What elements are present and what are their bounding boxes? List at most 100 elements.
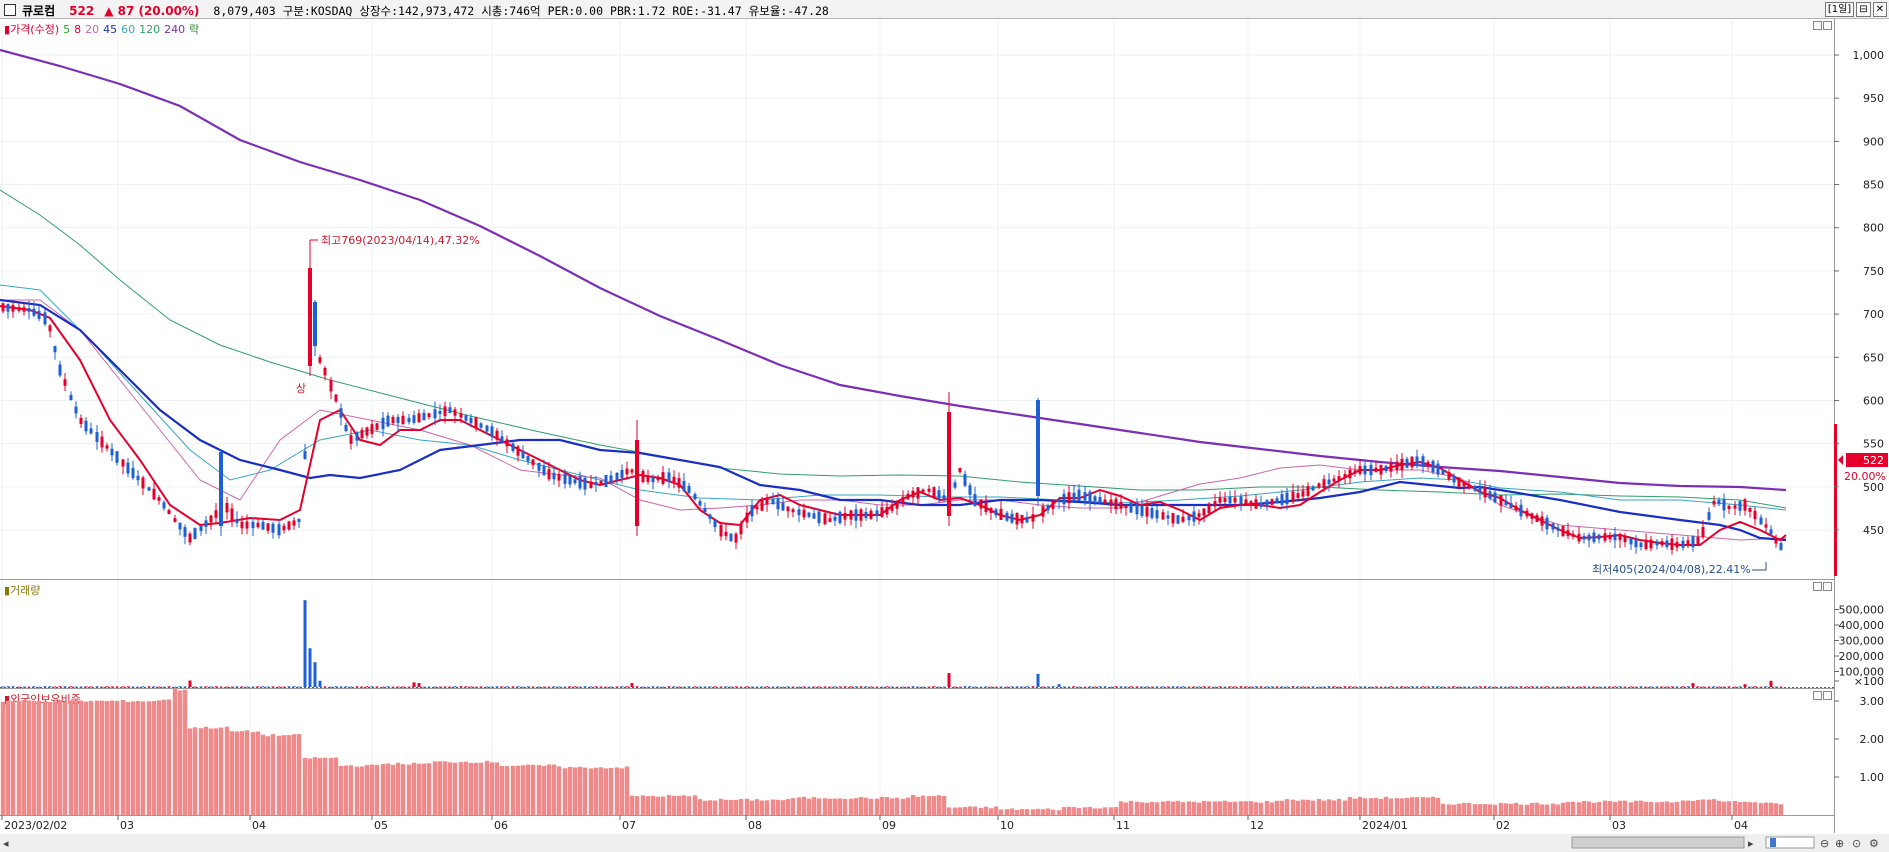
foreign-bar	[125, 701, 131, 815]
x-tick-label: 06	[494, 819, 508, 832]
foreign-bar	[520, 765, 526, 815]
settings-icon: ⚙	[1869, 837, 1879, 850]
candle-body	[1764, 524, 1768, 528]
candle-body	[1254, 499, 1258, 509]
foreign-bar	[224, 726, 230, 815]
foreign-bar	[1591, 802, 1597, 815]
foreign-bar	[577, 766, 583, 815]
foreign-bar	[364, 765, 370, 815]
x-tick-label: 09	[882, 819, 896, 832]
candle-body	[1535, 515, 1539, 522]
foreign-bar	[1066, 806, 1072, 815]
foreign-bar	[972, 806, 978, 815]
candle-body	[1540, 516, 1544, 526]
foreign-bar	[1206, 801, 1212, 815]
candle-body	[360, 429, 364, 439]
foreign-bar	[307, 758, 313, 815]
foreign-bar	[343, 765, 349, 815]
foreign-bar	[1690, 800, 1696, 815]
x-tick-label: 04	[1734, 819, 1748, 832]
foreign-bar	[1019, 809, 1025, 815]
foreign-bar	[354, 766, 360, 815]
foreign-bar	[296, 734, 302, 815]
candle-body	[1727, 505, 1731, 510]
candle-body	[230, 508, 234, 521]
foreign-bar	[1680, 800, 1686, 815]
legend-ma20: 20	[85, 23, 99, 36]
foreign-bar	[1352, 798, 1358, 815]
zoom-in-icon: ⊕	[1835, 837, 1844, 850]
foreign-bar	[510, 765, 516, 815]
foreign-bar	[671, 795, 677, 815]
candle-body	[199, 525, 203, 531]
volume-bar	[188, 680, 192, 687]
candle-body	[219, 452, 223, 526]
candle-body	[1093, 496, 1097, 502]
candle-body	[1088, 491, 1092, 504]
foreign-bar	[530, 764, 536, 815]
foreign-bar	[811, 797, 817, 815]
foreign-bar	[1638, 800, 1644, 815]
select-checkbox[interactable]	[4, 4, 16, 16]
candle-body	[1109, 499, 1113, 506]
foreign-bar	[1316, 798, 1322, 815]
foreign-bar	[1035, 808, 1041, 815]
candle-body	[797, 509, 801, 516]
restore-icon[interactable]: ⊟	[1856, 2, 1871, 17]
candle-body	[578, 476, 582, 489]
candle-body	[1499, 495, 1503, 506]
foreign-bar	[260, 734, 266, 815]
candle-body	[121, 459, 125, 467]
close-icon[interactable]: ✕	[1872, 2, 1887, 17]
foreign-bar	[1321, 800, 1327, 815]
foreign-bar	[1139, 802, 1145, 815]
candle-body	[443, 406, 447, 417]
foreign-bar	[104, 701, 110, 815]
candle-body	[947, 412, 951, 516]
candle-body	[531, 459, 535, 466]
candle-body	[677, 477, 681, 488]
candle-body	[625, 468, 629, 475]
bottom-scrollbar[interactable]: ◂ ▸ ⊖ ⊕ ⊙ ⚙	[0, 834, 1889, 852]
foreign-bar	[1175, 800, 1181, 815]
current-price-label: 522	[1863, 454, 1884, 467]
x-tick-label: 10	[1000, 819, 1014, 832]
candle-body	[604, 475, 608, 487]
candle-body	[1748, 508, 1752, 512]
foreign-bar	[1196, 802, 1202, 815]
candle-body	[178, 522, 182, 530]
stock-chart[interactable]: ▮가격(수정) 5 8 20 45 60 120 240 락 최고769(2023/04/14)…	[0, 19, 1889, 852]
foreign-bar	[187, 728, 193, 815]
candle-body	[204, 520, 208, 527]
foreign-bar	[1425, 797, 1431, 815]
candle-body	[1556, 527, 1560, 531]
foreign-bar	[1186, 801, 1192, 815]
candle-body	[1759, 517, 1763, 525]
candle-body	[589, 481, 593, 489]
foreign-bar	[1310, 800, 1316, 815]
foreign-bar	[712, 800, 718, 815]
foreign-bar	[473, 762, 479, 815]
candle-body	[412, 415, 416, 423]
foreign-bar	[785, 798, 791, 815]
foreign-bar	[801, 796, 807, 815]
foreign-bar	[624, 766, 630, 815]
scroll-thumb	[1571, 836, 1745, 849]
candle-body	[1644, 539, 1648, 550]
foreign-bar	[640, 795, 646, 815]
foreign-bar	[1108, 807, 1114, 815]
candle-body	[542, 465, 546, 476]
candle-body	[1566, 530, 1570, 537]
candle-body	[973, 494, 977, 506]
period-button[interactable]: [1일]	[1824, 2, 1855, 17]
foreign-bar	[10, 700, 16, 815]
foreign-bar	[546, 764, 552, 815]
foreign-bar	[1300, 799, 1306, 815]
candle-body	[739, 523, 743, 535]
foreign-bar	[936, 795, 942, 815]
candle-body	[880, 507, 884, 517]
foreign-bar	[858, 797, 864, 815]
candle-body	[1545, 517, 1549, 530]
foreign-bar	[915, 796, 921, 815]
candle-body	[256, 522, 260, 528]
